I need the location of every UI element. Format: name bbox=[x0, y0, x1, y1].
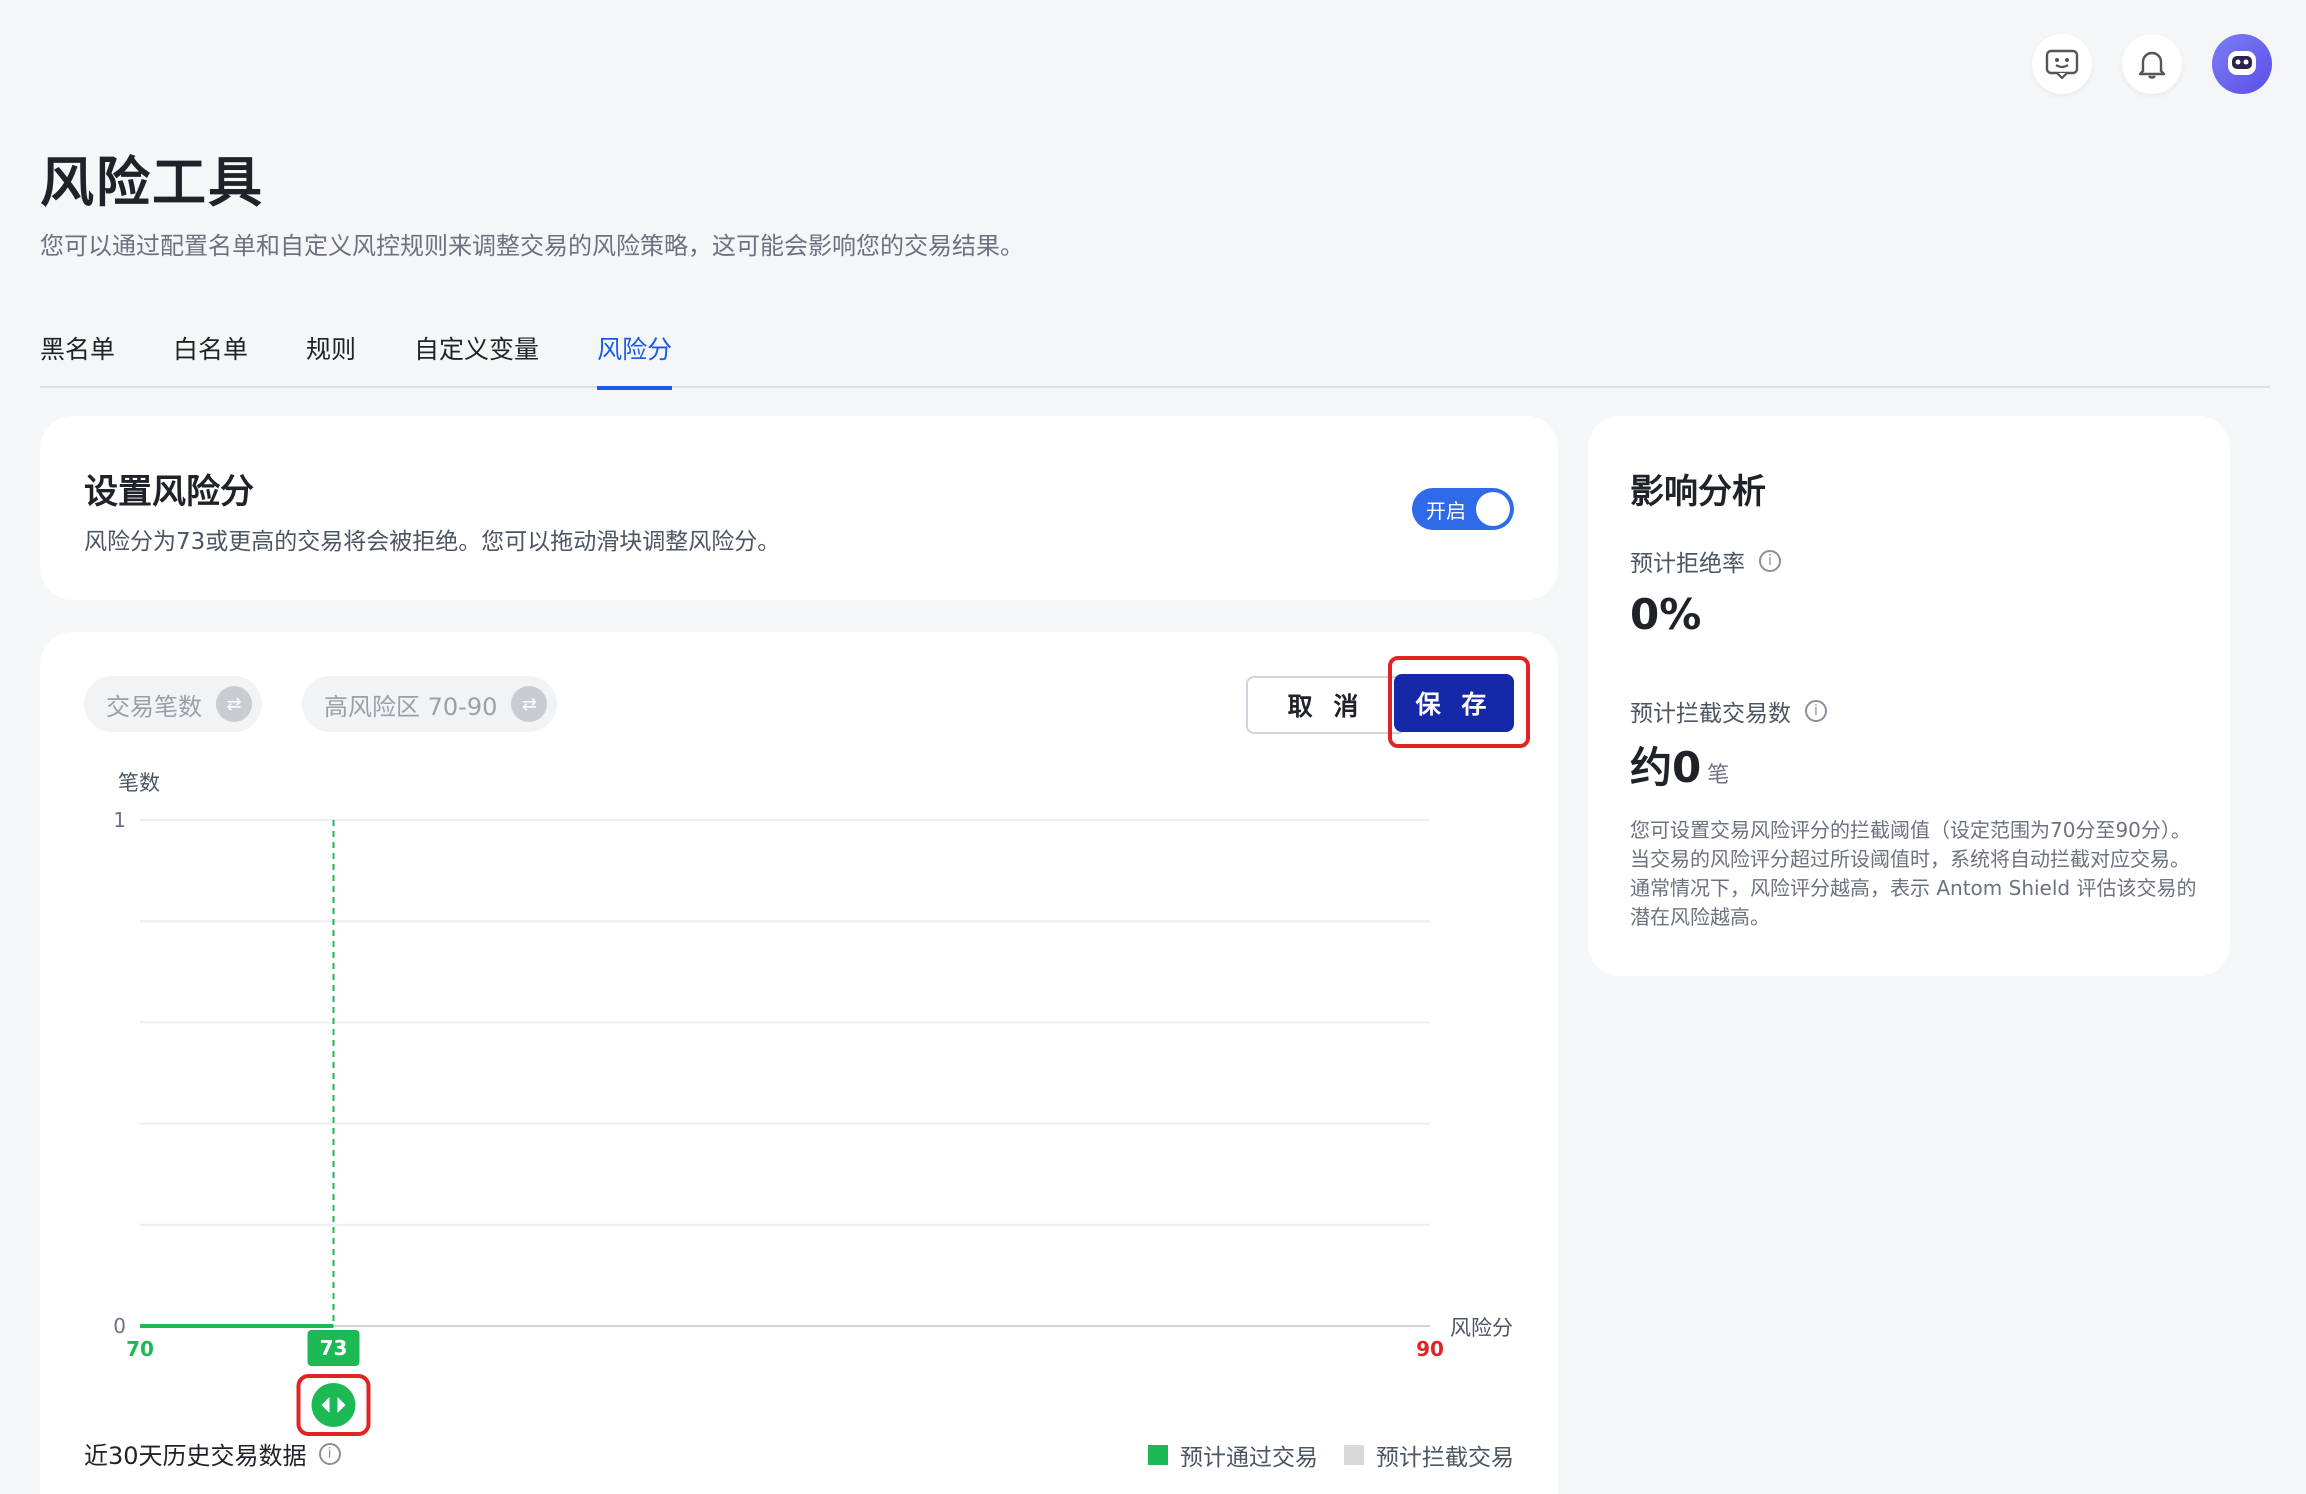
reject-rate-label: 预计拒绝率 i bbox=[1630, 544, 1781, 578]
legend-label-blocked: 预计拦截交易 bbox=[1376, 1445, 1514, 1471]
risk-score-slider[interactable]: 73 bbox=[296, 1330, 371, 1436]
topbar-actions bbox=[2032, 34, 2272, 94]
chart-legend: 预计通过交易 预计拦截交易 bbox=[1148, 1438, 1514, 1472]
bell-icon[interactable] bbox=[2122, 34, 2182, 94]
blocked-count-unit: 笔 bbox=[1707, 763, 1730, 788]
page-description: 您可以通过配置名单和自定义风控规则来调整交易的风险策略，这可能会影响您的交易结果… bbox=[40, 232, 1024, 260]
slider-value: 73 bbox=[320, 1336, 348, 1360]
blocked-count: 约0 笔 bbox=[1630, 734, 1729, 795]
y-axis-label: 笔数 bbox=[118, 771, 160, 795]
tab-rules[interactable]: 规则 bbox=[306, 328, 356, 388]
history-label-text: 近30天历史交易数据 bbox=[84, 1442, 307, 1470]
y-ticks: 01 bbox=[113, 808, 126, 1338]
feedback-icon[interactable] bbox=[2032, 34, 2092, 94]
legend-swatch-pass bbox=[1148, 1445, 1168, 1465]
legend-label-pass: 预计通过交易 bbox=[1180, 1445, 1318, 1471]
y-tick-label: 0 bbox=[113, 1314, 126, 1338]
avatar[interactable] bbox=[2212, 34, 2272, 94]
risk-score-description: 风险分为73或更高的交易将会被拒绝。您可以拖动滑块调整风险分。 bbox=[84, 529, 781, 555]
x-tick-min: 70 bbox=[126, 1337, 154, 1361]
risk-score-card: 设置风险分 风险分为73或更高的交易将会被拒绝。您可以拖动滑块调整风险分。 开启 bbox=[40, 416, 1558, 600]
info-icon[interactable]: i bbox=[1759, 550, 1781, 572]
x-tick-max: 90 bbox=[1416, 1337, 1444, 1361]
slider-handle-icon[interactable] bbox=[311, 1383, 356, 1427]
blocked-count-label-text: 预计拦截交易数 bbox=[1630, 701, 1791, 727]
tab-blacklist[interactable]: 黑名单 bbox=[40, 328, 115, 388]
toggle-knob bbox=[1476, 492, 1510, 526]
tab-custom-variables[interactable]: 自定义变量 bbox=[414, 328, 539, 388]
legend-item-blocked: 预计拦截交易 bbox=[1344, 1438, 1514, 1472]
reject-rate-label-text: 预计拒绝率 bbox=[1630, 551, 1745, 577]
risk-chart: 笔数 01 70 90 风险分 73 bbox=[113, 771, 1513, 1436]
blocked-count-label: 预计拦截交易数 i bbox=[1630, 694, 1827, 728]
tab-bar: 黑名单 白名单 规则 自定义变量 风险分 bbox=[40, 328, 2270, 390]
reject-rate-value: 0% bbox=[1630, 590, 1702, 639]
legend-item-pass: 预计通过交易 bbox=[1148, 1438, 1318, 1472]
info-icon[interactable]: i bbox=[1805, 700, 1827, 722]
y-tick-label: 1 bbox=[113, 808, 126, 832]
chart-card: 交易笔数 ⇄ 高风险区 70-90 ⇄ 取 消 保 存 笔数 01 70 90 … bbox=[40, 632, 1558, 1494]
tab-risk-score[interactable]: 风险分 bbox=[597, 328, 673, 390]
history-data-label: 近30天历史交易数据 i bbox=[84, 1436, 341, 1471]
x-axis-label: 风险分 bbox=[1450, 1316, 1513, 1340]
tab-whitelist[interactable]: 白名单 bbox=[173, 328, 248, 388]
impact-note: 您可设置交易风险评分的拦截阈值（设定范围为70分至90分）。当交易的风险评分超过… bbox=[1630, 818, 2197, 929]
impact-title: 影响分析 bbox=[1630, 472, 1766, 512]
risk-score-title: 设置风险分 bbox=[84, 472, 254, 512]
toggle-label: 开启 bbox=[1426, 498, 1466, 523]
impact-card: 影响分析 预计拒绝率 i 0% 预计拦截交易数 i 约0 笔 您可设置交易风险评分… bbox=[1588, 416, 2230, 976]
blocked-count-value: 约0 bbox=[1630, 743, 1702, 792]
risk-score-toggle[interactable]: 开启 bbox=[1412, 488, 1514, 530]
legend-swatch-blocked bbox=[1344, 1445, 1364, 1465]
info-icon[interactable]: i bbox=[318, 1442, 341, 1465]
page-title: 风险工具 bbox=[40, 151, 264, 214]
